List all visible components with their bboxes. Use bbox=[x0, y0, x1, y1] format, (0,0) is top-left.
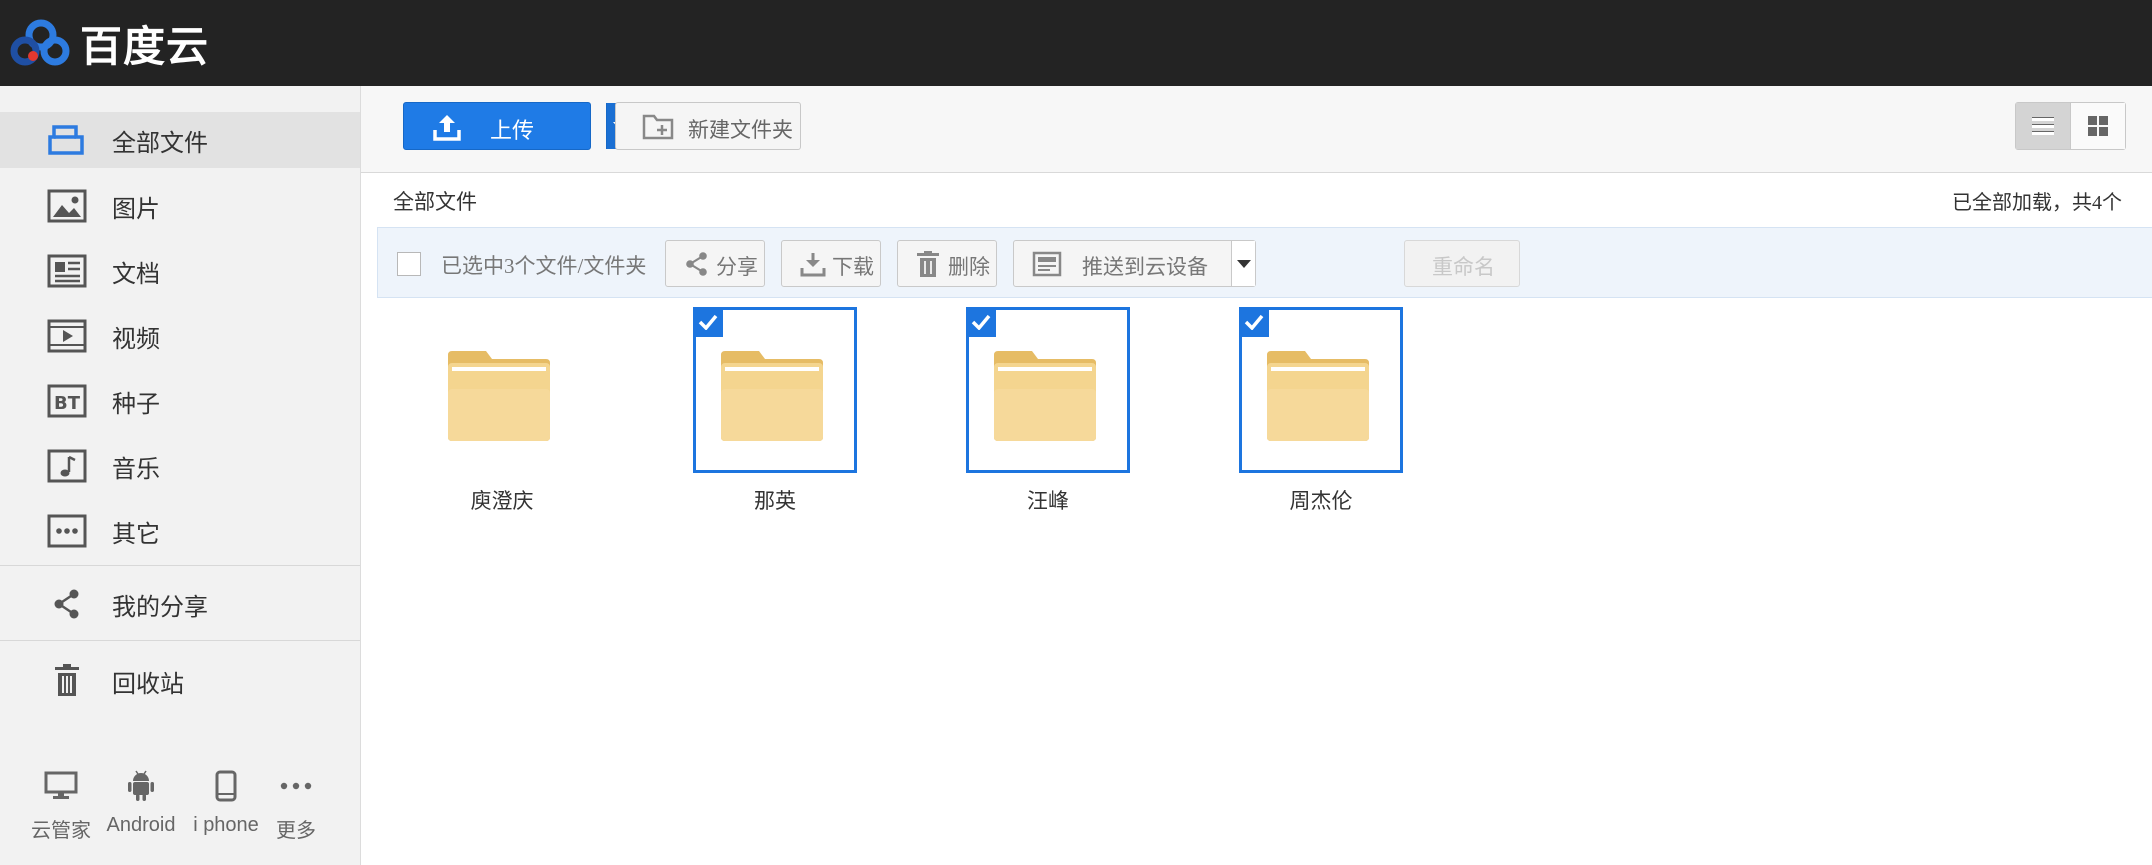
push-dropdown-toggle[interactable] bbox=[1231, 241, 1255, 286]
breadcrumb: 全部文件 bbox=[393, 190, 477, 214]
checkmark-icon bbox=[698, 314, 718, 330]
sidebar-item-label: 视频 bbox=[112, 326, 160, 353]
list-view-icon bbox=[2031, 117, 2054, 135]
sidebar-item-label: 我的分享 bbox=[112, 594, 208, 621]
share-button[interactable]: 分享 bbox=[665, 240, 765, 287]
push-to-device-label: 推送到云设备 bbox=[1082, 255, 1208, 279]
android-icon bbox=[101, 766, 181, 806]
grid-view-icon bbox=[2087, 116, 2108, 136]
client-android-link[interactable]: Android bbox=[101, 766, 181, 837]
sidebar-item-label: 回收站 bbox=[112, 671, 184, 698]
music-icon bbox=[44, 446, 90, 486]
sidebar-item-recycle-bin[interactable]: 回收站 bbox=[0, 653, 360, 709]
sidebar-item-videos[interactable]: 视频 bbox=[0, 308, 360, 364]
svg-text:BT: BT bbox=[54, 393, 81, 414]
trash-icon bbox=[44, 661, 90, 701]
list-view-button[interactable] bbox=[2016, 103, 2071, 149]
sidebar-item-label: 种子 bbox=[112, 391, 160, 418]
file-name: 汪峰 bbox=[1027, 489, 1069, 513]
folder-icon bbox=[992, 349, 1098, 448]
client-label: 更多 bbox=[276, 820, 316, 842]
logo-text: 百度云 bbox=[80, 21, 210, 71]
grid-view-button[interactable] bbox=[2070, 103, 2125, 149]
sidebar-item-all-files[interactable]: 全部文件 bbox=[0, 112, 360, 168]
sidebar-item-others[interactable]: 其它 bbox=[0, 503, 360, 559]
phone-icon bbox=[186, 766, 266, 806]
file-checkbox-checked[interactable] bbox=[1239, 307, 1269, 337]
download-button[interactable]: 下载 bbox=[781, 240, 881, 287]
upload-button[interactable]: 上传 bbox=[403, 102, 632, 150]
document-icon bbox=[44, 251, 90, 291]
client-more-link[interactable]: 更多 bbox=[256, 766, 336, 843]
load-status: 已全部加载，共4个 bbox=[1952, 192, 2122, 214]
new-folder-label: 新建文件夹 bbox=[688, 118, 793, 142]
baidu-cloud-logo-icon bbox=[10, 19, 70, 66]
checkmark-icon bbox=[971, 314, 991, 330]
more-dots-icon bbox=[44, 511, 90, 551]
sidebar-item-label: 音乐 bbox=[112, 456, 160, 483]
file-name: 那英 bbox=[754, 489, 796, 513]
download-icon bbox=[800, 251, 826, 282]
sidebar-item-label: 全部文件 bbox=[112, 130, 208, 157]
checkmark-icon bbox=[1244, 314, 1264, 330]
view-mode-switch bbox=[2015, 102, 2126, 150]
upload-icon bbox=[432, 112, 462, 147]
download-label: 下载 bbox=[832, 255, 874, 279]
sidebar-divider bbox=[0, 565, 360, 566]
file-checkbox-checked[interactable] bbox=[966, 307, 996, 337]
file-checkbox-checked[interactable] bbox=[693, 307, 723, 337]
delete-button[interactable]: 删除 bbox=[897, 240, 997, 287]
more-icon bbox=[256, 766, 336, 806]
file-name: 周杰伦 bbox=[1289, 489, 1353, 513]
file-name: 庾澄庆 bbox=[470, 489, 534, 513]
selection-action-bar: 已选中3个文件/文件夹 分享 下载 删除 推送到云设备 重命名 bbox=[377, 227, 2152, 298]
sidebar-item-my-share[interactable]: 我的分享 bbox=[0, 576, 360, 632]
share-icon bbox=[44, 584, 90, 624]
rename-button[interactable]: 重命名 bbox=[1404, 240, 1520, 287]
folder-icon bbox=[719, 349, 825, 448]
logo[interactable]: 百度云 bbox=[10, 15, 209, 71]
client-label: Android bbox=[106, 814, 176, 836]
sidebar: 全部文件 图片 文档 视频 BT 种子 音乐 其它 我的分享 回收站 云管家 A… bbox=[0, 86, 361, 865]
sidebar-item-music[interactable]: 音乐 bbox=[0, 438, 360, 494]
toolbar: 上传 新建文件夹 bbox=[361, 86, 2152, 173]
bt-torrent-icon: BT bbox=[44, 381, 90, 421]
new-folder-button[interactable]: 新建文件夹 bbox=[615, 102, 801, 150]
delete-label: 删除 bbox=[948, 255, 990, 279]
new-folder-icon bbox=[642, 112, 674, 147]
desktop-icon bbox=[21, 766, 101, 806]
client-desktop-link[interactable]: 云管家 bbox=[21, 766, 101, 843]
sidebar-item-images[interactable]: 图片 bbox=[0, 178, 360, 234]
folder-icon bbox=[1265, 349, 1371, 448]
top-bar: 百度云 bbox=[0, 0, 2152, 86]
client-iphone-link[interactable]: i phone bbox=[186, 766, 266, 837]
rename-label: 重命名 bbox=[1432, 255, 1495, 279]
sidebar-item-documents[interactable]: 文档 bbox=[0, 243, 360, 299]
folder-icon bbox=[446, 349, 552, 448]
sidebar-divider bbox=[0, 640, 360, 641]
share-label: 分享 bbox=[716, 255, 758, 279]
image-icon bbox=[44, 186, 90, 226]
video-icon bbox=[44, 316, 90, 356]
all-files-icon bbox=[44, 120, 90, 160]
sidebar-item-torrents[interactable]: BT 种子 bbox=[0, 373, 360, 429]
chevron-down-icon bbox=[1236, 259, 1251, 268]
sidebar-item-label: 其它 bbox=[112, 521, 160, 548]
trash-icon bbox=[916, 251, 940, 282]
client-label: i phone bbox=[193, 814, 259, 836]
upload-label: 上传 bbox=[490, 118, 535, 143]
select-all-checkbox[interactable] bbox=[397, 252, 421, 276]
push-to-device-button[interactable]: 推送到云设备 bbox=[1013, 240, 1256, 287]
share-icon bbox=[684, 251, 710, 282]
selection-count-text: 已选中3个文件/文件夹 bbox=[441, 254, 647, 278]
sidebar-item-label: 图片 bbox=[112, 196, 160, 223]
sidebar-item-label: 文档 bbox=[112, 261, 160, 288]
cloud-device-icon bbox=[1032, 251, 1062, 282]
client-label: 云管家 bbox=[31, 820, 91, 842]
